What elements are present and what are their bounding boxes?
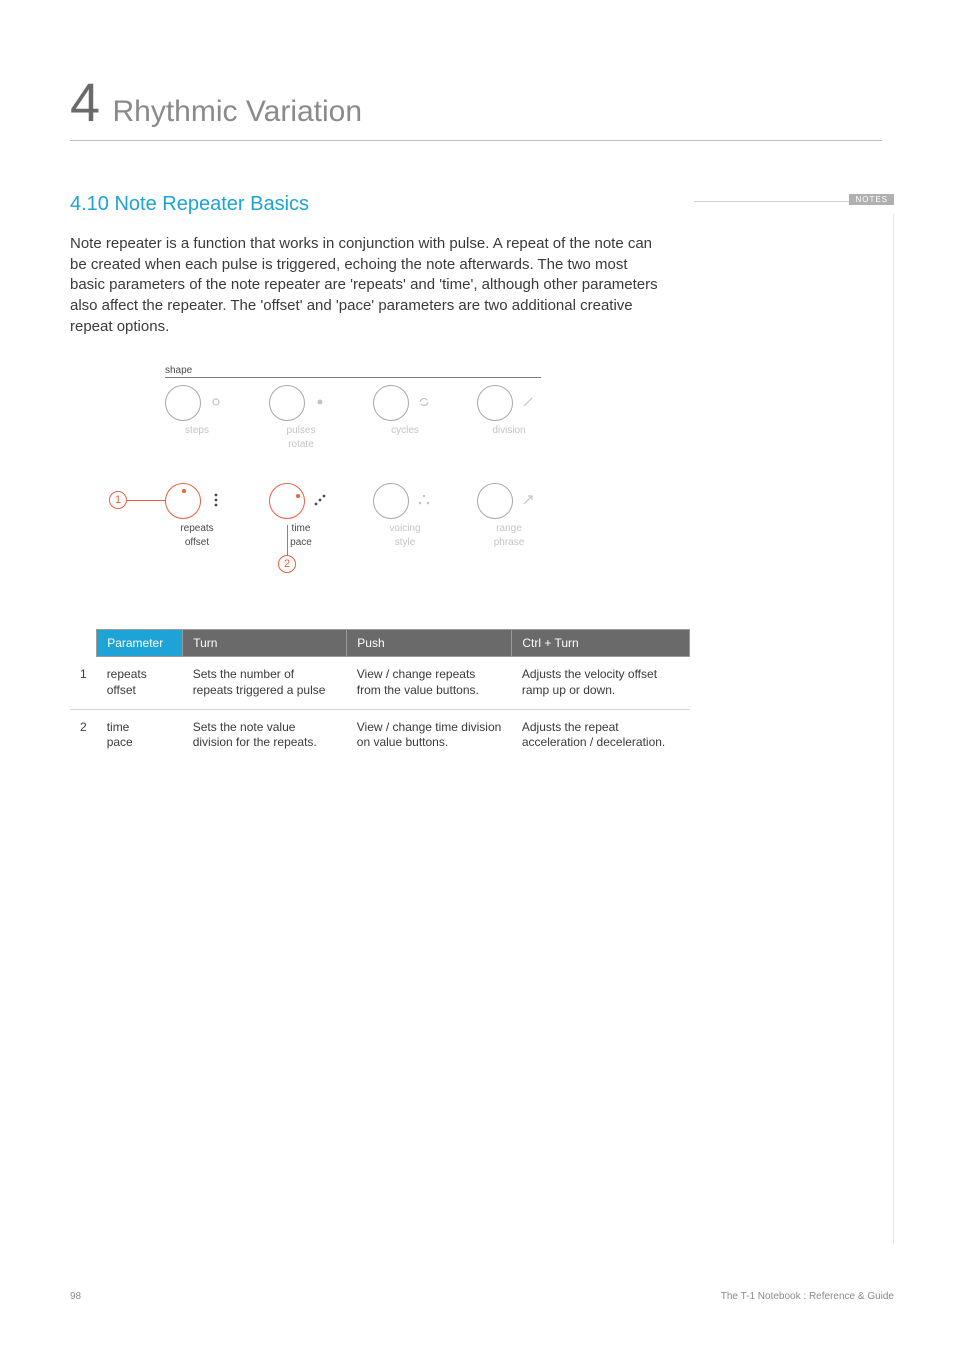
knob-voicing: voicing style — [373, 481, 437, 549]
circle-small-icon — [207, 393, 225, 411]
footer: 98 The T-1 Notebook : Reference & Guide — [70, 1291, 894, 1302]
cell-push: View / change time division on value but… — [347, 709, 512, 761]
knob-circle — [165, 385, 201, 421]
knob-time: time pace — [269, 481, 333, 549]
callout-1: 1 — [109, 491, 127, 509]
knob-circle — [269, 385, 305, 421]
knob-pulses: pulses rotate — [269, 383, 333, 451]
dot-icon — [311, 393, 329, 411]
row-num: 1 — [70, 657, 97, 709]
knob-label: time — [292, 523, 311, 535]
knob-panel: shape steps — [165, 383, 565, 549]
knob-steps: steps — [165, 383, 229, 451]
knob-sublabel: pace — [290, 537, 312, 549]
callout-2-num: 2 — [284, 558, 290, 570]
knob-indicator — [182, 489, 186, 493]
notes-tab: NOTES — [694, 194, 894, 208]
chapter-number: 4 — [70, 72, 100, 134]
param-top: time — [107, 720, 130, 734]
knob-label: pulses — [287, 425, 316, 437]
knob-repeats: repeats offset — [165, 481, 229, 549]
refresh-icon — [415, 393, 433, 411]
knob-range: range phrase — [477, 481, 541, 549]
knob-circle — [165, 483, 201, 519]
footer-title: The T-1 Notebook : Reference & Guide — [721, 1291, 894, 1302]
table-row: 1 repeats offset Sets the number of repe… — [70, 657, 690, 709]
notes-column: NOTES — [694, 194, 894, 208]
section-heading: 4.10 Note Repeater Basics — [70, 193, 660, 216]
cell-turn: Sets the number of repeats triggered a p… — [183, 657, 347, 709]
three-dots-diag-icon — [311, 491, 329, 509]
three-dots-tri-icon — [415, 491, 433, 509]
knob-label: repeats — [180, 523, 213, 535]
knob-label: range — [496, 523, 522, 535]
knob-row-2: 1 repeats offset — [165, 481, 565, 549]
page-number: 98 — [70, 1291, 81, 1302]
callout-2: 2 — [278, 555, 296, 573]
knob-circle — [477, 385, 513, 421]
parameter-table: Parameter Turn Push Ctrl + Turn 1 repeat… — [70, 629, 690, 760]
param-bottom: offset — [107, 683, 136, 697]
th-ctrl-turn: Ctrl + Turn — [512, 630, 690, 657]
th-parameter: Parameter — [97, 630, 183, 657]
slash-icon — [519, 393, 537, 411]
page: 4 Rhythmic Variation NOTES 4.10 Note Rep… — [0, 0, 954, 1350]
param-top: repeats — [107, 667, 147, 681]
th-push: Push — [347, 630, 512, 657]
th-turn: Turn — [183, 630, 347, 657]
panel-top-rule — [165, 377, 541, 378]
knob-label: voicing — [389, 523, 420, 535]
knob-label: steps — [185, 425, 209, 437]
cell-ctrl: Adjusts the repeat acceleration / decele… — [512, 709, 690, 761]
knob-sublabel: rotate — [288, 439, 314, 451]
knob-circle — [477, 483, 513, 519]
notes-divider — [893, 214, 894, 1244]
knob-cycles: cycles — [373, 383, 437, 451]
cell-parameter: time pace — [97, 709, 183, 761]
notes-label: NOTES — [849, 194, 894, 205]
cell-ctrl: Adjusts the velocity offset ramp up or d… — [512, 657, 690, 709]
arrow-diag-icon — [519, 491, 537, 509]
table-row: 2 time pace Sets the note value division… — [70, 709, 690, 761]
knob-label: cycles — [391, 425, 419, 437]
cell-turn: Sets the note value division for the rep… — [183, 709, 347, 761]
row-num: 2 — [70, 709, 97, 761]
cell-parameter: repeats offset — [97, 657, 183, 709]
chapter-header: 4 Rhythmic Variation — [70, 72, 894, 141]
knob-row-1: steps pulses rotate — [165, 383, 565, 451]
knob-indicator — [296, 494, 300, 498]
chapter-title: Rhythmic Variation — [113, 95, 363, 129]
knob-sublabel: phrase — [494, 537, 525, 549]
param-bottom: pace — [107, 735, 133, 749]
knob-circle — [269, 483, 305, 519]
shape-label: shape — [165, 365, 192, 376]
knob-circle — [373, 483, 409, 519]
knob-label: division — [492, 425, 525, 437]
callout-2-line — [287, 525, 288, 555]
body-text: Note repeater is a function that works i… — [70, 234, 660, 337]
callout-1-line — [127, 500, 165, 501]
knob-sublabel: style — [395, 537, 416, 549]
chapter-rule — [70, 140, 882, 141]
knob-division: division — [477, 383, 541, 451]
knob-sublabel: offset — [185, 537, 209, 549]
cell-push: View / change repeats from the value but… — [347, 657, 512, 709]
callout-1-num: 1 — [115, 494, 121, 506]
content-column: 4.10 Note Repeater Basics Note repeater … — [70, 193, 660, 761]
three-dots-v-icon — [207, 491, 225, 509]
knob-circle — [373, 385, 409, 421]
